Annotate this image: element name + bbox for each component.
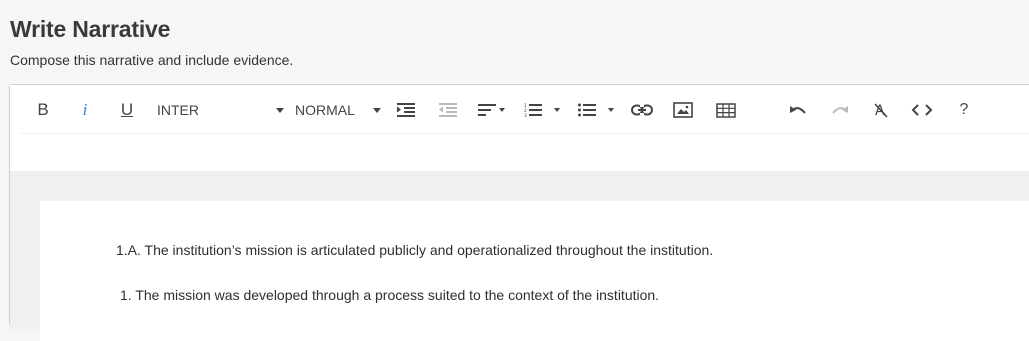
undo-button[interactable] [787, 97, 809, 123]
chevron-down-icon [498, 108, 505, 112]
bullet-list-icon [578, 103, 596, 117]
paragraph-1: 1.A. The institution’s mission is articu… [116, 242, 714, 258]
bold-label: B [37, 100, 49, 119]
unordered-list-dropdown[interactable] [576, 97, 616, 123]
paragraph-2: 1. The mission was developed through a p… [120, 287, 660, 303]
link-button[interactable] [630, 97, 654, 123]
text-align-dropdown[interactable] [475, 97, 507, 123]
table-button[interactable] [714, 97, 738, 123]
page-subtitle: Compose this narrative and include evide… [10, 52, 294, 68]
table-icon [716, 102, 736, 118]
font-family-value: INTER [157, 102, 199, 118]
underline-button[interactable]: U [118, 97, 136, 123]
block-type-value: NORMAL [295, 102, 355, 118]
clear-formatting-button[interactable]: A [871, 97, 891, 123]
page-title: Write Narrative [10, 16, 171, 42]
clear-formatting-icon: A [874, 103, 888, 118]
undo-icon [790, 106, 806, 114]
help-label: ? [959, 101, 969, 118]
editor-toolbar: B i U INTER NORMAL 1 2 3 A ? [10, 85, 1029, 135]
link-icon [631, 104, 653, 116]
image-button[interactable] [672, 97, 694, 123]
redo-icon [832, 106, 848, 114]
help-button[interactable]: ? [956, 97, 972, 123]
chevron-down-icon [276, 108, 284, 113]
document-page[interactable]: 1.A. The institution’s mission is articu… [40, 201, 1029, 341]
chevron-down-icon [554, 108, 560, 112]
image-icon [673, 102, 693, 118]
outdent-icon [439, 103, 457, 117]
ordered-list-icon: 1 2 3 [524, 103, 542, 117]
toolbar-divider [20, 133, 1029, 134]
rich-text-editor: B i U INTER NORMAL 1 2 3 A ? 1.A. The in… [9, 84, 1029, 341]
chevron-down-icon [373, 108, 381, 113]
indent-icon [397, 103, 415, 117]
align-left-icon [477, 104, 496, 116]
outdent-button[interactable] [438, 97, 458, 123]
code-view-button[interactable] [910, 97, 934, 123]
italic-label: i [82, 100, 88, 119]
italic-button[interactable]: i [76, 97, 94, 123]
redo-button[interactable] [829, 97, 851, 123]
page-header: Write Narrative [10, 14, 170, 44]
underline-label: U [120, 100, 134, 119]
bold-button[interactable]: B [34, 97, 52, 123]
code-icon [911, 104, 933, 116]
svg-text:3: 3 [524, 113, 527, 117]
font-family-select[interactable]: INTER [157, 97, 284, 123]
chevron-down-icon [608, 108, 614, 112]
block-type-select[interactable]: NORMAL [295, 97, 381, 123]
indent-button[interactable] [396, 97, 416, 123]
ordered-list-dropdown[interactable]: 1 2 3 [522, 97, 562, 123]
